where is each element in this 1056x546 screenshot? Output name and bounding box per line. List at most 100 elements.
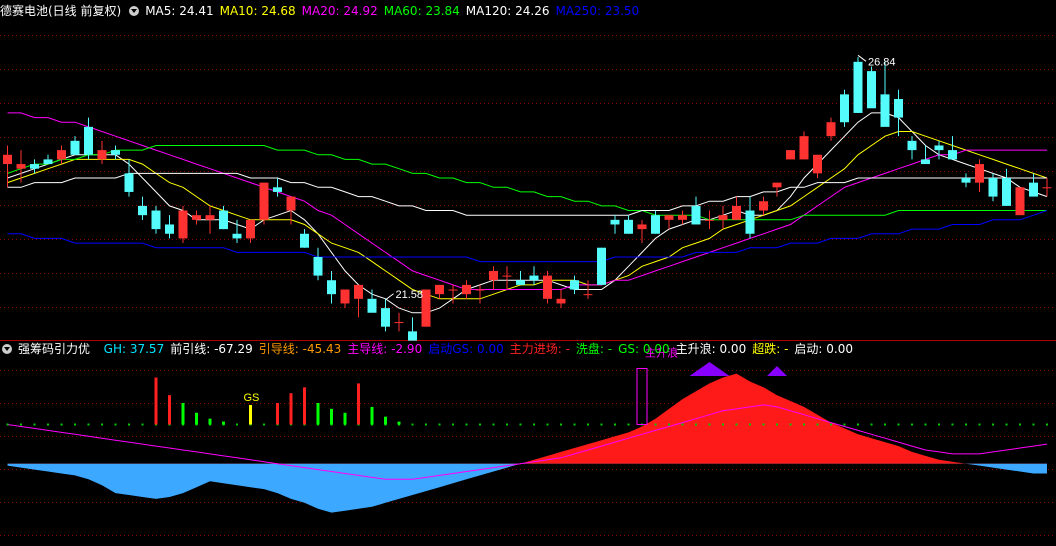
main-indicator-label: MA5: xyxy=(145,4,180,18)
signal-bar xyxy=(397,421,401,425)
sub-indicator-10: 启动: 0.00 xyxy=(794,342,853,356)
signal-bar xyxy=(303,387,306,425)
sub-indicator-label: 引导线: xyxy=(258,342,303,356)
candle-body xyxy=(975,164,984,183)
sub-indicator-label: 主力进场: xyxy=(509,342,566,356)
main-indicator-2: MA20: 24.92 xyxy=(302,4,378,18)
candle-body xyxy=(435,284,444,295)
baseline-dot xyxy=(978,423,981,426)
candle-body xyxy=(273,187,282,192)
baseline-dot xyxy=(33,423,36,426)
panel1-legend: 德赛电池(日线 前复权) MA5: 24.41 MA10: 24.68 MA20: 2… xyxy=(0,2,651,20)
signal-bar xyxy=(289,393,293,425)
baseline-dot xyxy=(438,423,441,426)
area-negative xyxy=(7,463,1047,513)
sub-indicator-7: GS: 0.00 xyxy=(618,342,670,356)
ma-line-ma250 xyxy=(7,210,1048,263)
sub-indicator-1: 前引线: -67.29 xyxy=(170,342,253,356)
sub-indicator-label: 洗盘: xyxy=(575,342,608,356)
candle-body xyxy=(786,150,795,160)
candle-body xyxy=(759,201,768,211)
signal-bar xyxy=(330,408,333,425)
sub-indicator-label: 前引线: xyxy=(170,342,215,356)
candle-body xyxy=(705,219,714,221)
purple-triangle xyxy=(689,362,730,376)
baseline-dot xyxy=(425,423,427,426)
candle-body xyxy=(948,150,957,160)
sub-indicator-value: -2.90 xyxy=(391,342,423,356)
baseline-dot xyxy=(519,423,522,426)
candle-body xyxy=(138,205,147,216)
baseline-dot xyxy=(1019,423,1021,426)
baseline-dot xyxy=(533,423,535,426)
candle-body xyxy=(381,308,390,327)
baseline-dot xyxy=(951,423,954,426)
main-indicator-label: MA120: xyxy=(465,4,516,18)
candle-body xyxy=(313,257,323,276)
baseline-dot xyxy=(965,423,967,426)
baseline-dot xyxy=(114,423,117,426)
chart-canvas: 26.8421.58GS主升浪 xyxy=(0,35,1056,536)
sub-indicator-value: 37.57 xyxy=(129,342,165,356)
baseline-dot xyxy=(614,423,616,426)
baseline-dot xyxy=(897,423,900,426)
baseline-dot xyxy=(236,423,238,426)
candle-body xyxy=(489,270,498,281)
candle-body xyxy=(43,159,53,165)
candle-body xyxy=(637,224,647,230)
sub-indicator-label: 主导线: xyxy=(347,342,392,356)
dropdown-toggle-icon[interactable] xyxy=(2,344,12,354)
indicator-title: 强筹码引力优 xyxy=(18,342,91,356)
gs-label: GS xyxy=(244,392,260,404)
candle-body xyxy=(165,224,174,234)
baseline-dot xyxy=(938,423,940,426)
main-indicator-3: MA60: 23.84 xyxy=(384,4,460,18)
main-indicator-5: MA250: 23.50 xyxy=(555,4,639,18)
candle-body xyxy=(529,275,539,281)
baseline-dot xyxy=(830,423,832,426)
baseline-dot xyxy=(1032,423,1035,426)
baseline-dot xyxy=(870,423,873,426)
candle-body xyxy=(718,215,728,220)
main-indicator-value: 23.50 xyxy=(604,4,640,18)
candle-body xyxy=(840,94,849,123)
sub-indicator-3: 主导线: -2.90 xyxy=(347,342,422,356)
candle-body xyxy=(259,182,269,220)
baseline-dot xyxy=(560,423,562,426)
sub-indicator-4: 启动GS: 0.00 xyxy=(428,342,504,356)
candle-body xyxy=(246,219,255,239)
candle-body xyxy=(462,284,471,295)
dropdown-toggle-icon[interactable] xyxy=(129,6,140,16)
sub-indicator-label: GH: xyxy=(103,342,130,356)
baseline-dot xyxy=(681,423,684,426)
candle-body xyxy=(610,219,620,225)
candle-body xyxy=(691,205,701,225)
baseline-dot xyxy=(884,423,886,426)
candle-body xyxy=(219,210,228,230)
candle-body xyxy=(813,154,822,174)
candle-body xyxy=(448,289,458,291)
candle-body xyxy=(286,196,296,211)
candle-body xyxy=(556,298,566,304)
candle-body xyxy=(1002,178,1011,206)
candle-body xyxy=(1029,182,1038,197)
baseline-dot xyxy=(465,423,468,426)
candle-body xyxy=(583,294,593,296)
candle-body xyxy=(475,289,485,291)
candle-body xyxy=(502,275,512,277)
sub-indicator-8: 主升浪: 0.00 xyxy=(676,342,747,356)
main-indicator-label: MA250: xyxy=(555,4,605,18)
candle-body xyxy=(799,136,809,160)
baseline-dot xyxy=(735,423,738,426)
candle-body xyxy=(988,178,998,197)
candle-body xyxy=(3,154,12,165)
main-indicator-label: MA10: xyxy=(219,4,262,18)
sub-indicator-value: - xyxy=(784,342,789,356)
main-indicator-label: MA60: xyxy=(383,4,426,18)
sub-indicator-label: GS: xyxy=(618,342,643,356)
baseline-dot xyxy=(6,423,9,426)
signal-bar xyxy=(181,402,185,425)
annotation-label: 21.58 xyxy=(396,289,424,301)
baseline-dot xyxy=(47,423,49,426)
baseline-dot xyxy=(74,423,76,426)
